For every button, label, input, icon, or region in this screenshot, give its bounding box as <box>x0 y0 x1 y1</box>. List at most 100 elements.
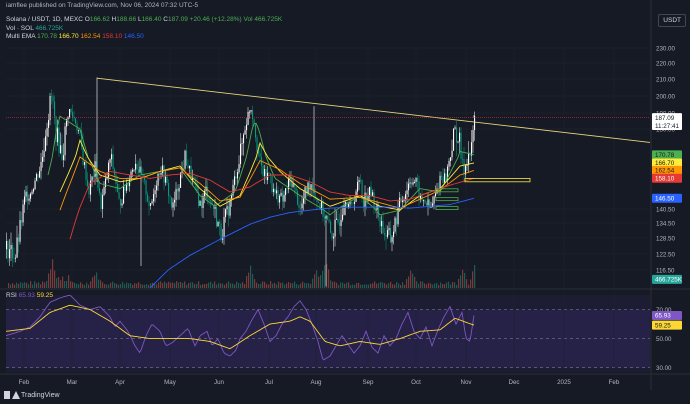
candle-body <box>10 245 12 250</box>
candle-body <box>78 129 80 131</box>
volume-bar <box>188 283 190 288</box>
volume-bar <box>268 284 270 288</box>
volume-bar <box>190 282 192 288</box>
volume-bar <box>76 283 78 288</box>
candle-body <box>291 177 293 187</box>
price-axis-tick: 134.50 <box>656 221 675 228</box>
volume-bar <box>112 281 114 288</box>
rsi-label: 59.25 <box>655 322 671 329</box>
volume-bar <box>296 284 298 288</box>
candle-body <box>277 190 279 203</box>
volume-bar <box>470 279 472 288</box>
volume-bar <box>282 282 284 288</box>
candle-body <box>142 174 144 177</box>
candle-body <box>312 184 314 190</box>
candle-body <box>304 187 306 199</box>
candle-body <box>153 194 155 202</box>
candle-body <box>21 220 23 223</box>
volume-legend: Vol · SOL 466.725K <box>6 25 63 32</box>
volume-bar <box>66 280 68 288</box>
candle-body <box>139 166 141 173</box>
symbol-name: Solana / USDT, 1D, MEXC <box>6 16 83 23</box>
volume-bar <box>310 284 312 288</box>
candle-body <box>331 232 333 239</box>
candle-body <box>156 185 158 191</box>
candle-body <box>46 127 48 137</box>
chart-canvas[interactable]: 116.50122.50128.50134.50140.50180.00190.… <box>0 0 690 404</box>
volume-bar <box>312 278 314 288</box>
candle-body <box>201 200 203 209</box>
candle-body <box>459 132 461 142</box>
candle-body <box>15 257 17 259</box>
volume-bar <box>440 282 442 288</box>
volume-bar <box>68 275 70 288</box>
volume-bar <box>52 259 54 288</box>
volume-bar <box>206 283 208 288</box>
candle-body <box>373 192 375 209</box>
volume-bar <box>132 284 134 288</box>
candle-body <box>109 159 111 163</box>
candle-body <box>168 183 170 196</box>
volume-bar <box>196 283 198 288</box>
candle-body <box>298 204 300 208</box>
time-axis-tick: Sep <box>362 379 374 386</box>
volume-bar <box>182 282 184 288</box>
volume-bar <box>230 283 232 288</box>
candle-body <box>391 237 393 243</box>
ema-legend: Multi EMA 170.78 166.70 162.54 158.10 14… <box>6 33 144 40</box>
candle-body <box>354 201 356 204</box>
candle-body <box>105 178 107 187</box>
volume-bar <box>298 284 300 288</box>
rsi-axis-tick: 50.00 <box>656 336 672 343</box>
candle-body <box>295 186 297 191</box>
candle-body <box>93 176 95 178</box>
price-label: 162.54 <box>655 168 675 175</box>
volume-bar <box>438 284 440 288</box>
volume-bar <box>396 281 398 288</box>
tradingview-logo[interactable]: TradingView <box>4 391 60 399</box>
symbol-legend: Solana / USDT, 1D, MEXC O166.62 H188.66 … <box>6 16 282 23</box>
time-axis-tick: Oct <box>411 379 421 386</box>
candle-body <box>174 199 176 203</box>
candle-body <box>334 219 336 237</box>
time-axis-tick: Feb <box>19 379 30 386</box>
candle-body <box>151 201 153 204</box>
volume-bar <box>376 283 378 288</box>
volume-bar <box>412 273 414 288</box>
candle-body <box>325 215 327 219</box>
volume-bar <box>46 280 48 288</box>
volume-bar <box>220 283 222 288</box>
volume-bar <box>200 284 202 288</box>
volume-bar <box>38 282 40 288</box>
volume-bar <box>208 282 210 288</box>
volume-bar <box>256 282 258 288</box>
candle-body <box>387 230 389 237</box>
volume-bar <box>56 278 58 288</box>
candle-body <box>357 182 359 192</box>
ema-value-1: 170.78 <box>37 33 57 40</box>
volume-bar <box>360 284 362 288</box>
candle-body <box>178 187 180 192</box>
time-axis-tick: Nov <box>460 379 472 386</box>
volume-bar <box>362 284 364 288</box>
volume-bar <box>128 283 130 288</box>
rsi-legend: RSI 65.93 59.25 <box>6 292 53 299</box>
volume-bar <box>34 281 36 288</box>
currency-button[interactable]: USDT <box>658 14 686 27</box>
candle-body <box>474 115 476 131</box>
volume-bar <box>344 283 346 288</box>
candle-body <box>100 192 102 209</box>
candle-body <box>445 173 447 180</box>
volume-bar <box>446 282 448 288</box>
candle-body <box>265 169 267 181</box>
volume-bar <box>390 281 392 288</box>
volume-bar <box>42 281 44 288</box>
volume-bar <box>40 284 42 288</box>
candle-body <box>462 158 464 160</box>
volume-bar <box>54 270 56 288</box>
candle-body <box>22 204 24 223</box>
volume-bar <box>48 273 50 288</box>
candle-body <box>384 233 386 235</box>
volume-bar <box>198 281 200 288</box>
volume-bar <box>334 281 336 288</box>
